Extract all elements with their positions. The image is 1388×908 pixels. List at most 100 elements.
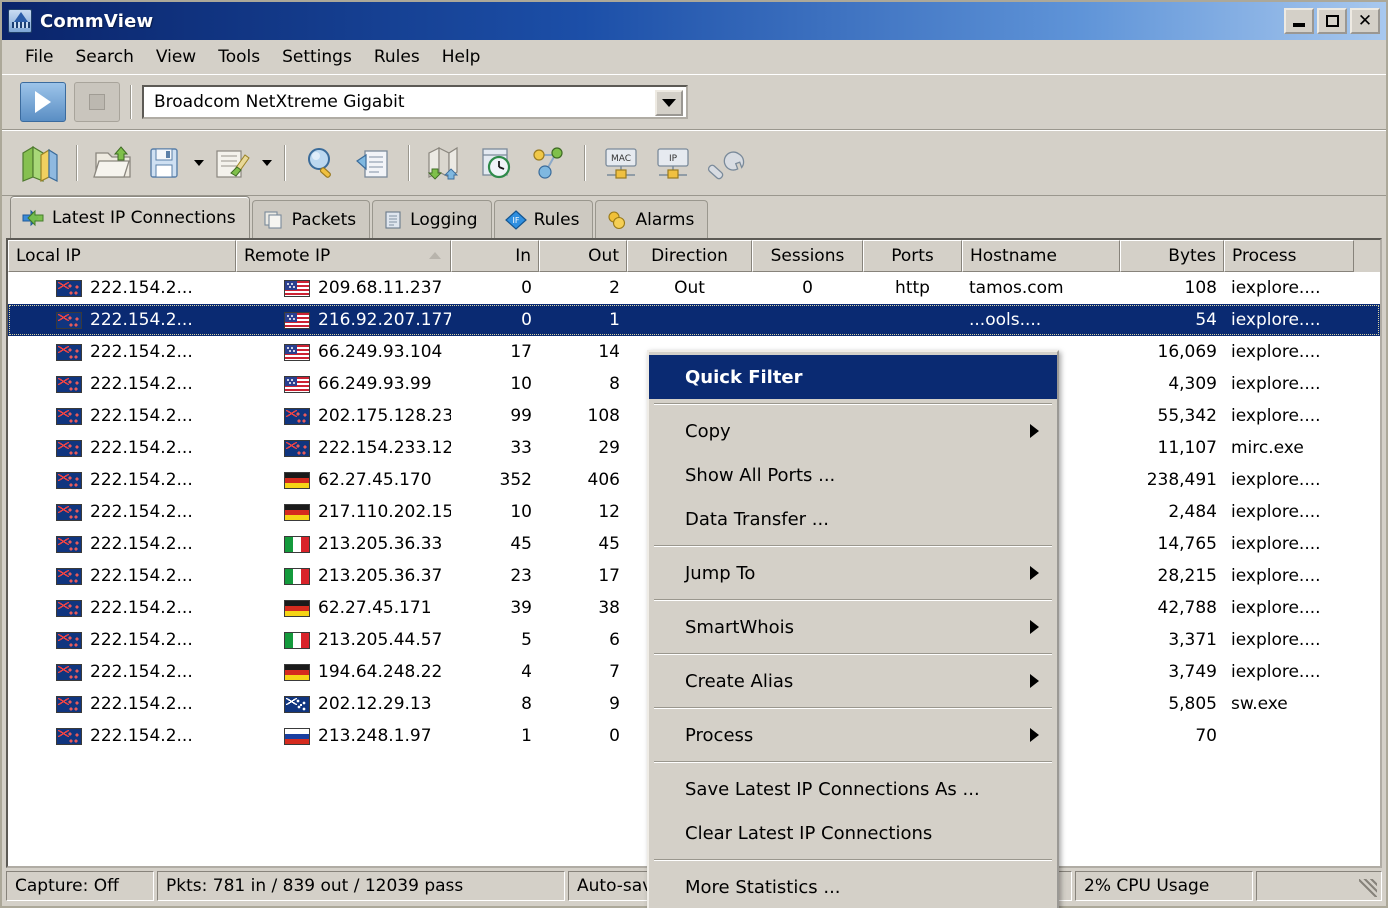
cell-remote-ip: 213.205.44.57 [236,624,451,656]
menu-item-label: Save Latest IP Connections As ... [685,778,980,800]
chevron-down-icon [662,99,676,107]
menu-item-smartwhois[interactable]: SmartWhois [649,605,1057,649]
clear-dropdown-button[interactable] [260,139,274,187]
country-flag-nz-icon [56,471,82,489]
column-header-in[interactable]: In [451,240,539,272]
tab-rules[interactable]: IF Rules [493,200,594,238]
resize-grip[interactable] [1256,871,1382,901]
close-button[interactable]: ✕ [1350,8,1380,34]
scheduler-clock-icon[interactable] [472,139,522,187]
country-flag-nz-icon [56,503,82,521]
remote-ip-text: 213.205.36.37 [318,566,443,586]
menu-item-create-alias[interactable]: Create Alias [649,659,1057,703]
menu-separator [654,859,1052,861]
table-row[interactable]: 222.154.2... 209.68.11.237 0 2 Out 0 http tamos… [8,272,1380,304]
menu-item-data-transfer[interactable]: Data Transfer ... [649,497,1057,541]
menu-tools[interactable]: Tools [207,43,271,71]
table-header: Local IP Remote IP In Out Direction Sessions P… [8,240,1380,272]
search-magnifier-icon[interactable] [296,139,346,187]
tab-label: Alarms [635,209,695,230]
cell-in: 352 [499,470,532,490]
tab-alarms[interactable]: Alarms [595,200,709,238]
cell-sessions [752,304,863,336]
country-flag-nz-icon [284,439,310,457]
menu-item-show-all-ports[interactable]: Show All Ports ... [649,453,1057,497]
menu-item-quick-filter[interactable]: Quick Filter [649,355,1057,399]
cell-in: 5 [521,630,532,650]
menu-item-clear-latest-ip-connections[interactable]: Clear Latest IP Connections [649,811,1057,855]
cell-process [1224,720,1354,752]
menu-file[interactable]: File [14,43,64,71]
cell-local-ip: 222.154.2... [8,592,236,624]
column-header-local-ip[interactable]: Local IP [8,240,236,272]
menu-item-jump-to[interactable]: Jump To [649,551,1057,595]
submenu-arrow-icon [1030,674,1039,688]
adapter-dropdown-button[interactable] [655,90,683,116]
table-row[interactable]: 222.154.2... 216.92.207.177 0 1 ...ools.... 5… [8,304,1380,336]
column-header-sessions[interactable]: Sessions [752,240,863,272]
node-map-icon[interactable] [524,139,574,187]
save-icon[interactable] [140,139,190,187]
menu-item-more-statistics[interactable]: More Statistics ... [649,865,1057,908]
packet-list-icon[interactable] [348,139,398,187]
cell-out: 8 [609,374,620,394]
column-header-label: Ports [891,246,934,266]
packet-generator-icon[interactable] [420,139,470,187]
column-header-hostname[interactable]: Hostname [962,240,1120,272]
cell-bytes: 70 [1195,726,1217,746]
menu-item-process[interactable]: Process [649,713,1057,757]
status-panel-5: 2% CPU Usage [1075,871,1253,901]
adapter-select[interactable]: Broadcom NetXtreme Gigabit [142,85,688,119]
column-header-direction[interactable]: Direction [627,240,752,272]
menu-rules[interactable]: Rules [363,43,431,71]
cell-local-ip: 222.154.2... [8,496,236,528]
cell-local-ip: 222.154.2... [8,688,236,720]
maximize-button[interactable] [1317,8,1347,34]
minimize-button[interactable] [1284,8,1314,34]
open-folder-icon[interactable] [88,139,138,187]
ip-alias-icon[interactable]: IP [648,139,698,187]
column-header-out[interactable]: Out [539,240,627,272]
settings-wrench-icon[interactable] [700,139,750,187]
menu-settings[interactable]: Settings [271,43,363,71]
cell-process: mirc.exe [1231,438,1304,458]
cell-in: 10 [510,502,532,522]
country-flag-de-icon [284,599,310,617]
local-ip-text: 222.154.2... [90,726,193,746]
remote-ip-text: 213.248.1.97 [318,726,432,746]
toolbar-divider [584,145,586,181]
cell-remote-ip: 202.12.29.13 [236,688,451,720]
mac-alias-icon[interactable]: MAC [596,139,646,187]
column-header-ports[interactable]: Ports [863,240,962,272]
cell-process: iexplore.... [1231,534,1321,554]
menu-search[interactable]: Search [64,43,144,71]
clear-broom-icon[interactable] [208,139,258,187]
column-header-remote-ip[interactable]: Remote IP [236,240,451,272]
remote-ip-text: 62.27.45.170 [318,470,432,490]
menu-item-copy[interactable]: Copy [649,409,1057,453]
cell-in: 10 [510,374,532,394]
status-panel-0: Capture: Off [6,871,154,901]
column-header-process[interactable]: Process [1224,240,1354,272]
column-header-label: Sessions [770,246,845,266]
tab-logging[interactable]: Logging [372,200,492,238]
column-header-bytes[interactable]: Bytes [1120,240,1224,272]
window-controls: ✕ [1284,8,1382,34]
cell-bytes: 108 [1184,278,1217,298]
menu-item-save-latest-ip-connections-as[interactable]: Save Latest IP Connections As ... [649,767,1057,811]
cell-out: 406 [587,470,620,490]
cell-in: 4 [521,662,532,682]
tab-packets[interactable]: Packets [251,200,371,238]
menu-view[interactable]: View [145,43,207,71]
start-capture-button[interactable] [20,82,66,122]
country-flag-au-icon [284,695,310,713]
stop-capture-button[interactable] [74,82,120,122]
menu-separator [654,403,1052,405]
new-log-file-icon[interactable] [16,139,66,187]
svg-text:IF: IF [512,216,519,225]
menu-help[interactable]: Help [431,43,492,71]
save-dropdown-button[interactable] [192,139,206,187]
tab-latest-ip-connections[interactable]: Latest IP Connections [10,196,250,238]
remote-ip-text: 202.175.128.234 [318,406,451,426]
stop-icon [89,94,105,110]
